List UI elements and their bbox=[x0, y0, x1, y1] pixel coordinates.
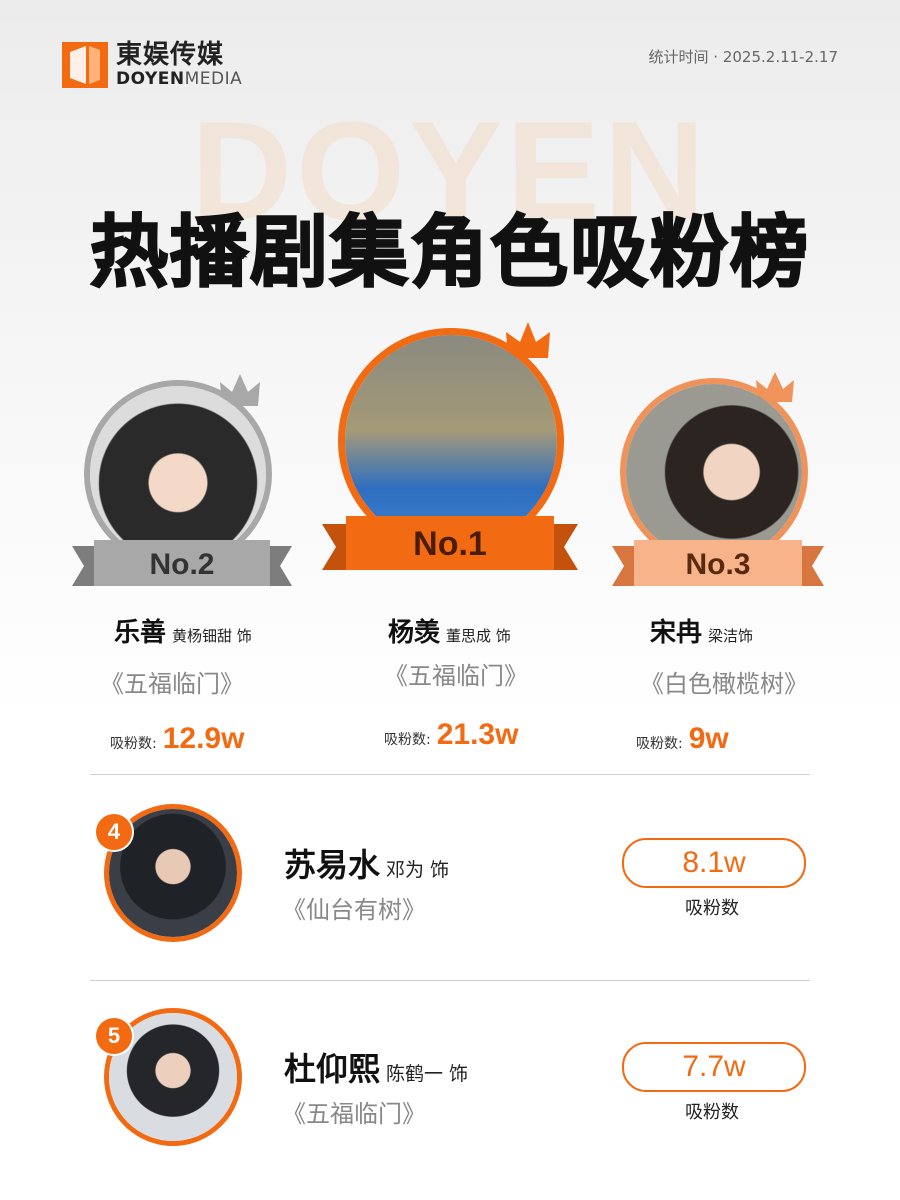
character-line-5: 杜仰熙 陈鹤一 饰 bbox=[284, 1044, 468, 1090]
logo-en-light: MEDIA bbox=[184, 69, 243, 89]
character-name: 杨羡 bbox=[388, 618, 441, 648]
fans-value: 21.3w bbox=[436, 718, 519, 751]
portrait-image bbox=[626, 384, 802, 560]
brand-logo: 東娱传媒 DOYENMEDIA bbox=[62, 42, 242, 88]
fans-value: 12.9w bbox=[162, 722, 245, 755]
fans-count-1: 吸粉数: 21.3w bbox=[384, 718, 518, 752]
fans-label: 吸粉数 bbox=[685, 898, 739, 919]
fans-count-2: 吸粉数: 12.9w bbox=[110, 722, 244, 756]
character-line-2: 乐善 黄杨钿甜 饰 bbox=[114, 612, 252, 649]
fans-count-3: 吸粉数: 9w bbox=[636, 722, 729, 756]
rank-ribbon-3: No.3 bbox=[612, 538, 824, 594]
fans-value: 9w bbox=[688, 722, 729, 755]
character-name: 宋冉 bbox=[650, 618, 703, 648]
fans-label: 吸粉数: bbox=[110, 736, 157, 752]
portrait-image bbox=[90, 386, 266, 562]
rank-ribbon-1: No.1 bbox=[322, 514, 578, 578]
logo-mark-icon bbox=[62, 42, 108, 88]
rank-label: No.3 bbox=[685, 548, 751, 581]
fans-label: 吸粉数: bbox=[636, 736, 683, 752]
show-title: 《五福临门》 bbox=[282, 1100, 426, 1128]
fans-label: 吸粉数 bbox=[685, 1102, 739, 1123]
divider bbox=[90, 980, 810, 981]
stat-date: 统计时间 · 2025.2.11-2.17 bbox=[648, 48, 838, 66]
logo-en-bold: DOYEN bbox=[116, 69, 185, 89]
logo-english-name: DOYENMEDIA bbox=[116, 71, 242, 88]
character-line-3: 宋冉 梁洁饰 bbox=[650, 612, 753, 649]
show-title: 《五福临门》 bbox=[384, 662, 528, 690]
rank-label: No.1 bbox=[413, 525, 487, 563]
divider bbox=[90, 774, 810, 775]
rank-ribbon-2: No.2 bbox=[72, 538, 292, 594]
show-title: 《五福临门》 bbox=[100, 670, 244, 698]
actor-name: 梁洁饰 bbox=[708, 627, 754, 645]
fans-label: 吸粉数: bbox=[384, 732, 431, 748]
actor-name: 陈鹤一 饰 bbox=[386, 1063, 469, 1085]
character-name: 乐善 bbox=[114, 618, 167, 648]
fans-value-pill: 8.1w bbox=[622, 838, 806, 888]
show-title: 《仙台有树》 bbox=[282, 896, 426, 924]
rank-badge: 4 bbox=[94, 812, 134, 852]
logo-chinese-name: 東娱传媒 bbox=[116, 40, 225, 70]
character-line-4: 苏易水 邓为 饰 bbox=[284, 840, 449, 886]
character-line-1: 杨羡 董思成 饰 bbox=[388, 612, 511, 649]
show-title: 《白色橄榄树》 bbox=[640, 670, 808, 698]
actor-name: 董思成 饰 bbox=[446, 627, 511, 645]
character-name: 杜仰熙 bbox=[284, 1050, 381, 1088]
actor-name: 黄杨钿甜 饰 bbox=[172, 627, 252, 645]
fans-value-pill: 7.7w bbox=[622, 1042, 806, 1092]
rank-badge: 5 bbox=[94, 1016, 134, 1056]
actor-name: 邓为 饰 bbox=[386, 859, 450, 881]
poster: 東娱传媒 DOYENMEDIA 统计时间 · 2025.2.11-2.17 DO… bbox=[0, 0, 900, 1200]
page-title: 热播剧集角色吸粉榜 bbox=[89, 207, 810, 299]
rank-label: No.2 bbox=[149, 548, 215, 581]
character-name: 苏易水 bbox=[284, 846, 381, 884]
